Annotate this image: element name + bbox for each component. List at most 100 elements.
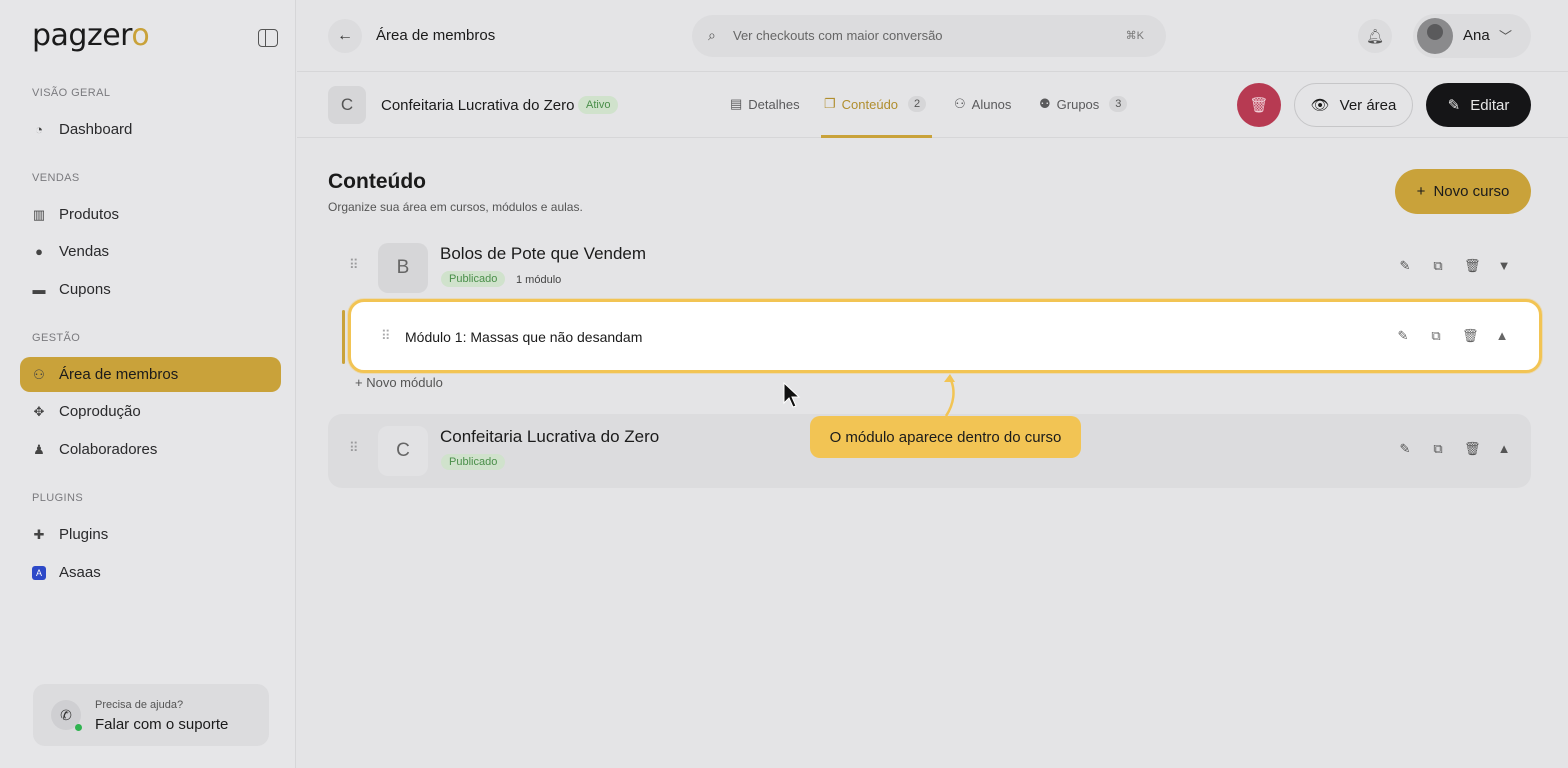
sidebar-item-label: Produtos bbox=[59, 206, 120, 223]
course-title: Confeitaria Lucrativa do Zero bbox=[440, 427, 660, 446]
caret-up-icon[interactable]: ▲ bbox=[1495, 328, 1509, 344]
section-title-vendas: VENDAS bbox=[32, 172, 80, 184]
tab-conteudo[interactable]: ❐ Conteúdo 2 bbox=[824, 96, 927, 112]
eye-icon: 👁︎ bbox=[1310, 97, 1330, 114]
status-badge: Publicado bbox=[441, 454, 506, 470]
course-actions: ✎ ⧉ 🗑︎ ▼ bbox=[1398, 258, 1511, 274]
notifications-button[interactable]: 🔔︎ bbox=[1358, 19, 1392, 53]
ticket-icon: ▬ bbox=[32, 282, 46, 297]
tooltip-arrow bbox=[944, 374, 955, 417]
edit-label: Editar bbox=[1470, 96, 1510, 114]
delete-product-button[interactable]: 🗑︎ bbox=[1237, 83, 1281, 127]
asaas-icon: A bbox=[32, 565, 46, 580]
course-title: Bolos de Pote que Vendem bbox=[440, 244, 647, 263]
sidebar-item-produtos[interactable]: ▥ Produtos bbox=[20, 197, 281, 232]
product-avatar: C bbox=[328, 86, 366, 124]
sidebar-item-label: Colaboradores bbox=[59, 441, 158, 458]
tab-alunos[interactable]: ⚇ Alunos bbox=[954, 96, 1011, 112]
module-row[interactable]: ⠿ Módulo 1: Massas que não desandam ✎ ⧉ … bbox=[348, 299, 1542, 373]
tab-label: Alunos bbox=[971, 96, 1012, 112]
new-course-label: Novo curso bbox=[1433, 183, 1510, 200]
section-title-visao-geral: VISÃO GERAL bbox=[32, 87, 111, 99]
duplicate-icon[interactable]: ⧉ bbox=[1431, 258, 1445, 274]
gauge-icon: ◔ bbox=[35, 122, 43, 137]
sidebar-item-asaas[interactable]: A Asaas bbox=[20, 555, 281, 590]
document-icon: ▤ bbox=[730, 96, 743, 111]
sidebar-item-label: Plugins bbox=[59, 526, 109, 543]
tab-label: Conteúdo bbox=[841, 96, 899, 112]
support-hint: Precisa de ajuda? bbox=[95, 699, 184, 711]
duplicate-icon[interactable]: ⧉ bbox=[1431, 441, 1445, 457]
view-area-button[interactable]: 👁︎ Ver área bbox=[1294, 83, 1413, 127]
page-title: Área de membros bbox=[376, 27, 496, 44]
search-icon: ⌕ bbox=[708, 27, 716, 43]
search-shortcut: ⌘K bbox=[1125, 30, 1144, 42]
logo-accent: o bbox=[131, 18, 150, 53]
pencil-icon: ✎ bbox=[1447, 97, 1461, 114]
sidebar-item-label: Asaas bbox=[59, 564, 101, 581]
caret-up-icon[interactable]: ▲ bbox=[1497, 441, 1511, 457]
drag-handle-icon[interactable]: ⠿ bbox=[349, 440, 358, 456]
course-row[interactable]: ⠿ B Bolos de Pote que Vendem Publicado 1… bbox=[328, 231, 1531, 305]
status-badge: Ativo bbox=[578, 96, 619, 114]
plus-icon: + bbox=[1416, 183, 1426, 200]
box-icon: ▥ bbox=[32, 206, 46, 222]
sidebar: pagzero VISÃO GERAL ◔ Dashboard VENDAS ▥… bbox=[0, 0, 296, 768]
content-title: Conteúdo bbox=[328, 170, 426, 193]
chevron-down-icon: ﹀ bbox=[1499, 29, 1513, 44]
avatar bbox=[1417, 18, 1453, 54]
sidebar-item-colaboradores[interactable]: ♟ Colaboradores bbox=[20, 432, 281, 467]
tab-label: Grupos bbox=[1056, 96, 1100, 112]
trash-icon[interactable]: 🗑︎ bbox=[1462, 328, 1479, 344]
sidebar-toggle-icon[interactable] bbox=[258, 29, 278, 47]
pencil-icon[interactable]: ✎ bbox=[1396, 328, 1410, 344]
product-name: Confeitaria Lucrativa do Zero bbox=[381, 97, 575, 114]
sidebar-item-cupons[interactable]: ▬ Cupons bbox=[20, 272, 281, 307]
user-menu[interactable]: Ana ﹀ bbox=[1413, 14, 1531, 58]
search-input[interactable]: ⌕ Ver checkouts com maior conversão ⌘K bbox=[692, 15, 1166, 57]
online-status-dot bbox=[75, 724, 82, 731]
edit-button[interactable]: ✎ Editar bbox=[1426, 83, 1531, 127]
course-actions: ✎ ⧉ 🗑︎ ▲ bbox=[1398, 441, 1511, 457]
sidebar-item-label: Dashboard bbox=[59, 121, 133, 138]
sidebar-item-plugins[interactable]: ✚ Plugins bbox=[20, 517, 281, 552]
section-title-plugins: PLUGINS bbox=[32, 492, 84, 504]
course-avatar: C bbox=[378, 426, 428, 476]
drag-handle-icon[interactable]: ⠿ bbox=[349, 257, 358, 273]
bell-icon: 🔔︎ bbox=[1366, 27, 1384, 44]
support-card[interactable]: ✆ Precisa de ajuda? Falar com o suporte bbox=[33, 684, 269, 746]
sidebar-item-area-de-membros[interactable]: ⚇ Área de membros bbox=[20, 357, 281, 392]
sidebar-item-dashboard[interactable]: ◔ Dashboard bbox=[20, 112, 281, 147]
sidebar-item-label: Área de membros bbox=[59, 366, 179, 383]
duplicate-icon[interactable]: ⧉ bbox=[1429, 328, 1443, 344]
module-title: Módulo 1: Massas que não desandam bbox=[405, 329, 643, 345]
back-button[interactable]: ← bbox=[328, 19, 362, 53]
sidebar-item-label: Coprodução bbox=[59, 403, 141, 420]
course-avatar: B bbox=[378, 243, 428, 293]
trash-icon[interactable]: 🗑︎ bbox=[1464, 441, 1481, 457]
arrow-left-icon: ← bbox=[337, 27, 353, 44]
content-subtitle: Organize sua área em cursos, módulos e a… bbox=[328, 200, 583, 214]
user-icon: ♟ bbox=[33, 441, 45, 457]
sidebar-item-vendas[interactable]: ● Vendas bbox=[20, 234, 281, 269]
new-course-button[interactable]: + Novo curso bbox=[1395, 169, 1531, 214]
status-badge: Publicado bbox=[441, 271, 506, 287]
tab-detalhes[interactable]: ▤ Detalhes bbox=[730, 96, 800, 112]
product-header: C Confeitaria Lucrativa do Zero Ativo ▤ … bbox=[297, 72, 1568, 138]
active-tab-indicator bbox=[821, 135, 932, 138]
trash-icon[interactable]: 🗑︎ bbox=[1464, 258, 1481, 274]
drag-handle-icon[interactable]: ⠿ bbox=[381, 328, 390, 344]
caret-down-icon[interactable]: ▼ bbox=[1497, 258, 1511, 274]
logo[interactable]: pagzero bbox=[32, 18, 150, 53]
tab-count: 3 bbox=[1109, 96, 1128, 112]
pencil-icon[interactable]: ✎ bbox=[1398, 441, 1412, 457]
new-module-button[interactable]: + Novo módulo bbox=[355, 375, 443, 390]
sidebar-item-coproducao[interactable]: ✥ Coprodução bbox=[20, 394, 281, 429]
handshake-icon: ✥ bbox=[33, 403, 45, 419]
pencil-icon[interactable]: ✎ bbox=[1398, 258, 1412, 274]
view-area-label: Ver área bbox=[1339, 96, 1397, 114]
sidebar-item-label: Vendas bbox=[59, 243, 110, 260]
tab-grupos[interactable]: ⚉ Grupos 3 bbox=[1039, 96, 1128, 112]
user-name: Ana bbox=[1463, 27, 1490, 44]
sidebar-item-label: Cupons bbox=[59, 281, 111, 298]
